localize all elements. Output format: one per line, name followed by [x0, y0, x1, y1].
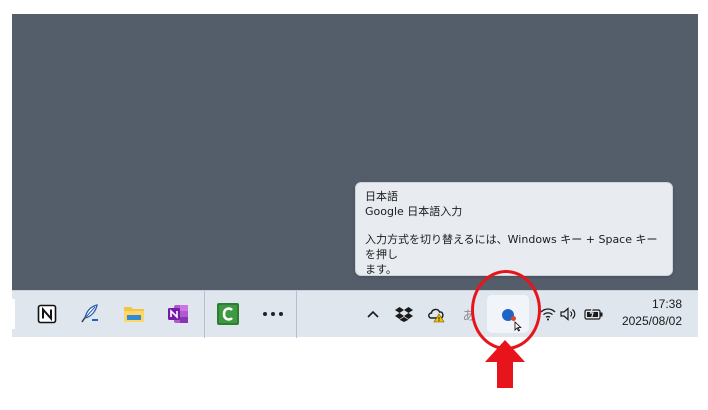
taskbar-separator: [296, 291, 297, 338]
tray-volume[interactable]: [558, 303, 580, 325]
taskbar-app-camtasia[interactable]: [213, 299, 243, 329]
camtasia-icon: [217, 303, 239, 325]
onenote-icon: [168, 305, 188, 323]
taskbar-app-notion[interactable]: [32, 299, 62, 329]
volume-icon: [560, 307, 576, 321]
taskbar-app-file-explorer[interactable]: [119, 299, 149, 329]
taskbar-more-button[interactable]: [258, 299, 288, 329]
ime-tooltip: 日本語 Google 日本語入力 入力方式を切り替えるには、Windows キー…: [355, 182, 673, 276]
quill-icon: [81, 304, 98, 323]
dropbox-icon: [395, 307, 413, 322]
clock-date: 2025/08/02: [621, 314, 682, 328]
taskbar-app-onenote[interactable]: [163, 299, 193, 329]
more-dots-icon: [263, 312, 267, 316]
chevron-up-icon: [367, 310, 379, 318]
onedrive-warning-icon: [428, 308, 445, 323]
taskbar-separator: [204, 291, 205, 338]
red-arrow-annotation: [485, 340, 525, 388]
tooltip-subtitle: Google 日本語入力: [365, 205, 463, 218]
show-hidden-icons-button[interactable]: [362, 303, 384, 325]
tray-onedrive[interactable]: [426, 303, 448, 325]
tooltip-message-line1: 入力方式を切り替えるには、Windows キー + Space キーを押し: [365, 233, 658, 261]
notion-icon: [37, 304, 57, 324]
folder-icon: [124, 307, 144, 322]
tooltip-title: 日本語: [365, 190, 398, 203]
tray-battery[interactable]: [583, 303, 605, 325]
battery-icon: [584, 307, 603, 320]
taskbar-app-quill[interactable]: [74, 299, 104, 329]
wifi-icon: [540, 308, 556, 321]
taskbar: あ 17:38 2025/08/02: [12, 290, 698, 338]
taskbar-clock[interactable]: 17:38 2025/08/02: [622, 296, 682, 330]
clock-time: 17:38: [651, 297, 682, 311]
tray-dropbox[interactable]: [393, 303, 415, 325]
taskbar-edge: [12, 299, 15, 329]
